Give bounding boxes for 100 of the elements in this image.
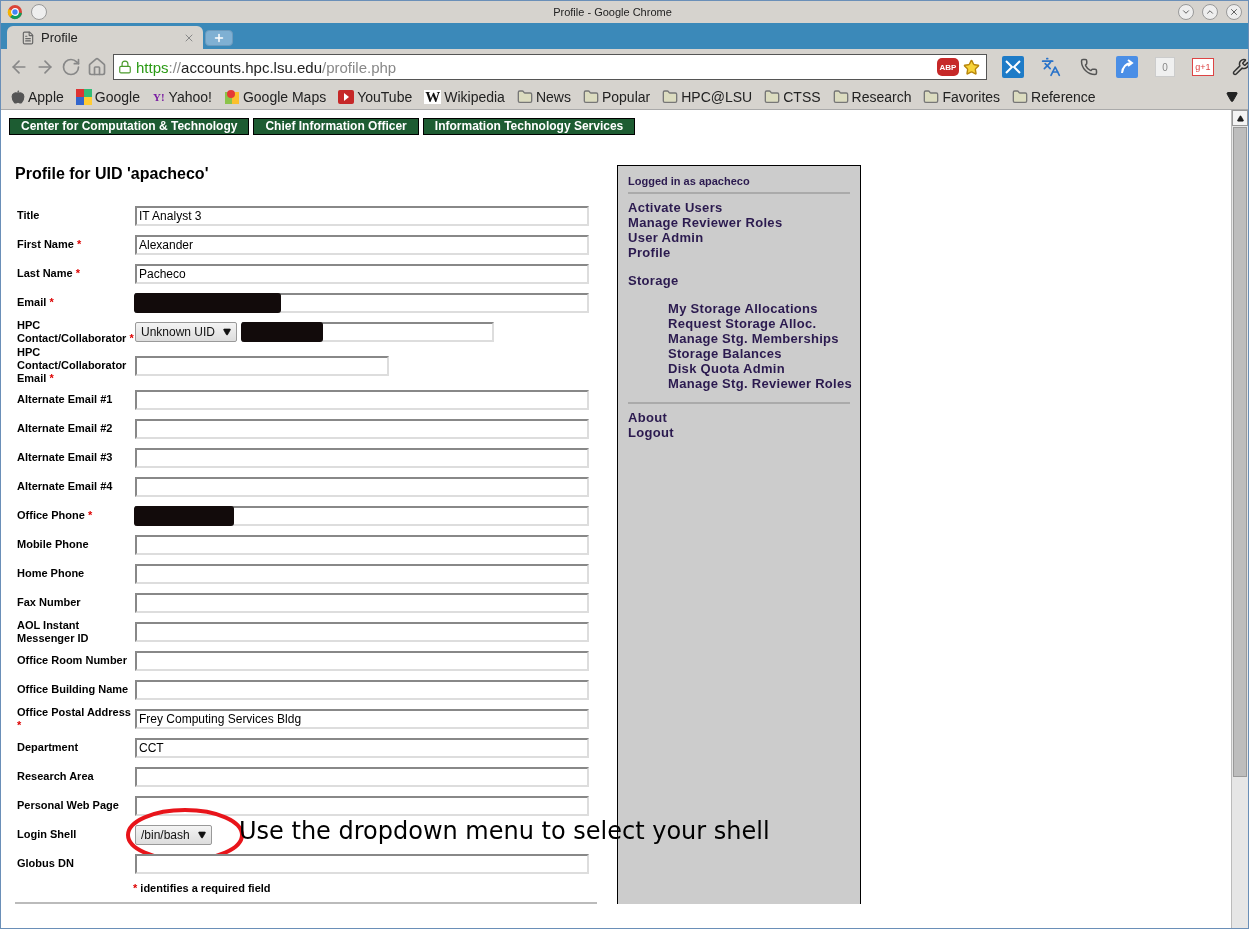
field-label: Alternate Email #3 — [17, 451, 114, 464]
bookmark-link[interactable]: Google Maps — [223, 89, 327, 105]
required-marker: * — [133, 882, 138, 894]
text-field[interactable] — [135, 592, 589, 613]
folder-icon — [582, 89, 599, 105]
required-note: identifies a required field — [139, 882, 271, 894]
sidebar-link[interactable]: Request Storage Alloc. — [628, 316, 850, 331]
field-label: Mobile Phone — [17, 538, 90, 551]
sidebar-link[interactable]: Storage Balances — [628, 346, 850, 361]
bookmark-link[interactable]: Reference — [1012, 89, 1096, 105]
field-label: Home Phone — [17, 567, 86, 580]
sidebar-link[interactable]: Profile — [628, 245, 850, 260]
text-field[interactable]: Frey Computing Services Bldg — [135, 708, 589, 729]
text-field[interactable] — [242, 321, 495, 342]
chevron-down-icon — [1181, 7, 1191, 17]
sidebar-link[interactable]: Disk Quota Admin — [628, 361, 850, 376]
overflow-caret-icon[interactable] — [1226, 91, 1238, 103]
close-button[interactable] — [1226, 4, 1242, 20]
text-field[interactable] — [135, 476, 589, 497]
text-field[interactable] — [135, 853, 589, 874]
dropdown[interactable]: Unknown UID — [135, 321, 238, 342]
field-label: Fax Number — [17, 596, 82, 609]
text-field[interactable] — [135, 418, 589, 439]
field-label: Alternate Email #1 — [17, 393, 114, 406]
text-field[interactable] — [135, 563, 589, 584]
field-label: First Name * — [17, 238, 83, 251]
field-label: Email * — [17, 296, 55, 309]
maximize-button[interactable] — [1202, 4, 1218, 20]
folder-icon — [832, 89, 849, 105]
text-field[interactable] — [135, 621, 589, 642]
window-title: Profile - Google Chrome — [552, 6, 673, 18]
new-tab-button[interactable] — [205, 30, 233, 46]
field-label: Office Room Number — [17, 654, 128, 667]
text-field[interactable] — [135, 292, 589, 313]
bookmark-link[interactable]: News — [516, 89, 571, 105]
sidebar-heading: Storage — [628, 273, 680, 288]
text-field[interactable] — [135, 389, 589, 410]
nav-link[interactable]: Chief Information Officer — [253, 118, 419, 135]
bookmark-link[interactable]: Apple — [11, 89, 64, 105]
close-icon — [1229, 7, 1239, 17]
bookmark-link[interactable]: Favorites — [923, 89, 1001, 105]
sidebar-link[interactable]: About — [628, 410, 850, 425]
text-field[interactable] — [135, 505, 589, 526]
extension-button[interactable] — [1001, 55, 1025, 79]
text-field[interactable] — [135, 355, 389, 376]
field-label: Login Shell — [17, 828, 78, 841]
sidebar-link[interactable]: Manage Stg. Reviewer Roles — [628, 376, 850, 391]
bookmark-star-icon[interactable] — [963, 58, 980, 76]
field-label: Alternate Email #2 — [17, 422, 114, 435]
sidebar-link[interactable]: Activate Users — [628, 200, 850, 215]
play-icon — [338, 90, 355, 104]
bookmark-link[interactable]: Google — [75, 89, 140, 105]
sidebar-link[interactable]: My Storage Allocations — [628, 301, 850, 316]
reload-icon — [61, 57, 81, 77]
bookmark-link[interactable]: CTSS — [764, 89, 821, 105]
bookmark-link[interactable]: W Wikipedia — [424, 89, 505, 105]
text-field[interactable] — [135, 650, 589, 671]
field-label: Globus DN — [17, 857, 75, 870]
wikipedia-icon: W — [424, 90, 442, 104]
folder-icon — [1012, 89, 1029, 105]
bookmark-link[interactable]: Popular — [582, 89, 651, 105]
minimize-button[interactable] — [1178, 4, 1194, 20]
browser-tab[interactable]: Profile — [7, 26, 203, 49]
field-label: AOL Instant Messenger ID — [17, 618, 90, 645]
bookmark-link[interactable]: Y! Yahoo! — [151, 89, 212, 105]
bookmark-link[interactable]: Research — [832, 89, 912, 105]
sidebar-link[interactable]: User Admin — [628, 230, 850, 245]
scrollbar[interactable] — [1231, 110, 1248, 928]
window-menu-button[interactable] — [31, 4, 47, 20]
folder-icon — [764, 89, 781, 105]
plus-icon — [213, 32, 225, 44]
page-heading: Profile for UID 'apacheco' — [15, 165, 210, 183]
caret-icon — [197, 830, 206, 839]
bookmark-link[interactable]: YouTube — [338, 89, 413, 105]
sidebar-link[interactable]: Manage Reviewer Roles — [628, 215, 850, 230]
text-field[interactable]: CCT — [135, 737, 589, 758]
text-field[interactable] — [135, 447, 589, 468]
address-bar[interactable]: https://accounts.hpc.lsu.edu/profile.php ABP — [113, 54, 987, 80]
nav-link[interactable]: Information Technology Services — [422, 118, 636, 135]
field-label: Research Area — [17, 770, 95, 783]
text-field[interactable] — [135, 534, 589, 555]
field-label: Title — [17, 209, 41, 222]
text-field[interactable] — [135, 795, 589, 816]
nav-link[interactable]: Center for Computation & Technology — [9, 118, 250, 135]
field-label: Office Phone * — [17, 509, 94, 522]
field-label: HPC Contact/Collaborator Email * — [17, 346, 128, 385]
text-field[interactable]: IT Analyst 3 — [135, 205, 589, 226]
adblock-badge[interactable]: ABP — [937, 58, 959, 76]
text-field[interactable] — [135, 679, 589, 700]
sidebar-link[interactable]: Logout — [628, 425, 850, 440]
text-field[interactable]: Pacheco — [135, 263, 589, 284]
folder-icon — [923, 89, 940, 105]
dropdown[interactable]: /bin/bash — [135, 824, 212, 845]
sidebar-link[interactable]: Manage Stg. Memberships — [628, 331, 850, 346]
field-label: Office Postal Address * — [17, 705, 132, 732]
field-label: HPC Contact/Collaborator * — [17, 318, 135, 345]
field-label: Office Building Name — [17, 683, 130, 696]
text-field[interactable]: Alexander — [135, 234, 589, 255]
text-field[interactable] — [135, 766, 589, 787]
bookmark-link[interactable]: HPC@LSU — [662, 89, 753, 105]
